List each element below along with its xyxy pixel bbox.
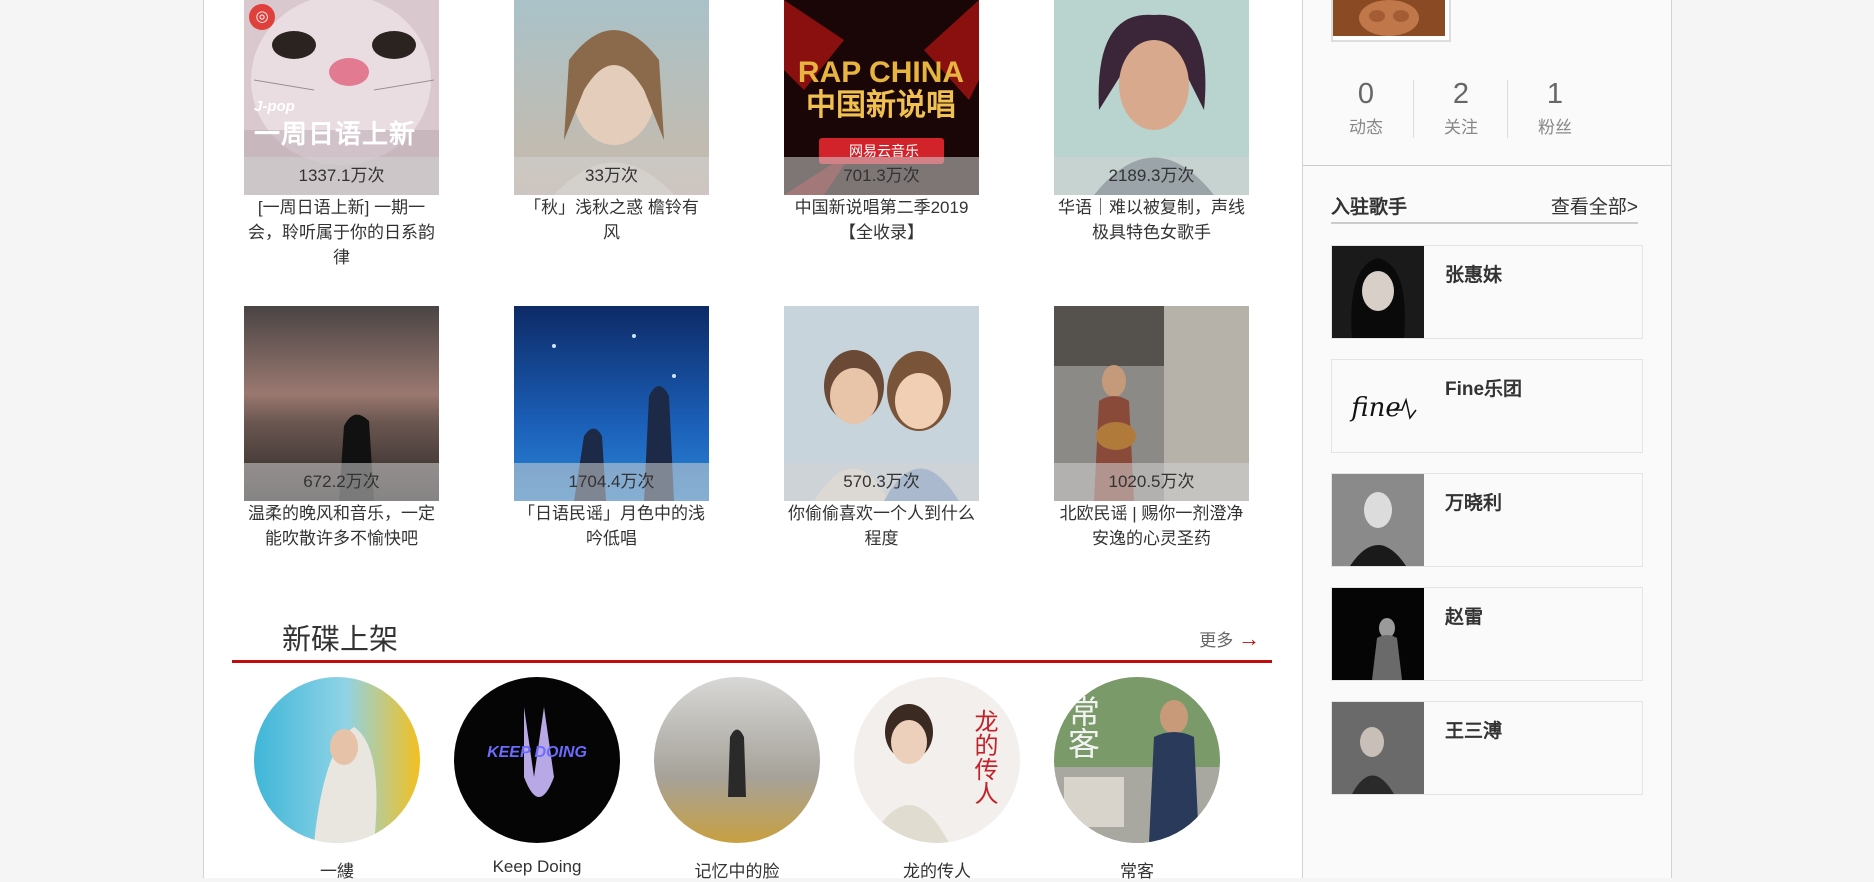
playlist-title[interactable]: 你偷偷喜欢一个人到什么程度: [784, 501, 979, 551]
artist-item[interactable]: 赵雷: [1331, 587, 1643, 681]
stat-followers[interactable]: 1 粉丝: [1520, 78, 1590, 138]
playlist-cover[interactable]: RAP CHINA 中国新说唱 网易云音乐 701.3万次: [784, 0, 979, 195]
playlist-title[interactable]: [一周日语上新] 一期一会，聆听属于你的日系韵律: [244, 195, 439, 270]
artist-name[interactable]: 赵雷: [1445, 602, 1483, 629]
artists-title: 入驻歌手: [1331, 197, 1408, 218]
playlist-card[interactable]: 672.2万次 温柔的晚风和音乐，一定能吹散许多不愉快吧: [244, 306, 439, 551]
sidebar: 0 动态 2 关注 1 粉丝 入驻歌手 查看全部> 张惠妹 fine Fine乐…: [1302, 0, 1671, 878]
artist-photo[interactable]: [1332, 588, 1424, 680]
playlist-title[interactable]: 华语｜难以被复制，声线极具特色女歌手: [1054, 195, 1249, 245]
artist-name[interactable]: 王三溥: [1445, 716, 1502, 743]
playlist-title[interactable]: 中国新说唱第二季2019【全收录】: [784, 195, 979, 245]
playlist-card[interactable]: ◎ J-pop 一周日语上新 1337.1万次 [一周日语上新] 一期一会，聆听…: [244, 0, 439, 270]
disc-cover[interactable]: 龙的传人: [854, 677, 1020, 843]
playlist-card[interactable]: 1704.4万次 「日语民谣」月色中的浅吟低唱: [514, 306, 709, 551]
disc-name[interactable]: Keep Doing: [454, 857, 620, 877]
stat-number: 0: [1357, 78, 1375, 110]
playlist-title[interactable]: 「秋」浅秋之惑 檐铃有风: [514, 195, 709, 245]
playlist-cover[interactable]: 2189.3万次: [1054, 0, 1249, 195]
artist-photo[interactable]: [1332, 246, 1424, 338]
view-all-link[interactable]: 查看全部>: [1551, 192, 1638, 219]
playlist-cover[interactable]: ◎ J-pop 一周日语上新 1337.1万次: [244, 0, 439, 195]
play-count: 1337.1万次: [244, 157, 439, 195]
playlist-title[interactable]: 「日语民谣」月色中的浅吟低唱: [514, 501, 709, 551]
artist-item[interactable]: 张惠妹: [1331, 245, 1643, 339]
playlist-card[interactable]: 2189.3万次 华语｜难以被复制，声线极具特色女歌手: [1054, 0, 1249, 245]
disc-cover[interactable]: 常客: [1054, 677, 1220, 843]
playlist-cover[interactable]: 1020.5万次: [1054, 306, 1249, 501]
playlist-card[interactable]: 33万次 「秋」浅秋之惑 檐铃有风: [514, 0, 709, 245]
divider: [1303, 165, 1671, 166]
artist-item[interactable]: fine Fine乐团: [1331, 359, 1643, 453]
play-count: 33万次: [514, 157, 709, 195]
playlist-card[interactable]: 1020.5万次 北欧民谣 | 赐你一剂澄净安逸的心灵圣药: [1054, 306, 1249, 551]
disc-cover[interactable]: [254, 677, 420, 843]
play-count: 2189.3万次: [1054, 157, 1249, 195]
play-count: 701.3万次: [784, 157, 979, 195]
playlist-card[interactable]: 570.3万次 你偷偷喜欢一个人到什么程度: [784, 306, 979, 551]
main-content: ◎ J-pop 一周日语上新 1337.1万次 [一周日语上新] 一期一会，聆听…: [204, 0, 1301, 881]
disc-name[interactable]: 一縷: [254, 857, 420, 882]
cover-text: 常客: [1063, 695, 1101, 759]
divider: [1413, 80, 1414, 138]
disc-item[interactable]: 记忆中的脸: [654, 677, 820, 882]
play-count: 1020.5万次: [1054, 463, 1249, 501]
artist-item[interactable]: 王三溥: [1331, 701, 1643, 795]
cover-text: KEEP DOING: [487, 744, 587, 761]
playlist-title[interactable]: 北欧民谣 | 赐你一剂澄净安逸的心灵圣药: [1054, 501, 1249, 551]
playlist-card[interactable]: RAP CHINA 中国新说唱 网易云音乐 701.3万次 中国新说唱第二季20…: [784, 0, 979, 245]
disc-item[interactable]: KEEP DOING Keep Doing: [454, 677, 620, 877]
artist-name[interactable]: 张惠妹: [1445, 260, 1502, 287]
stat-following[interactable]: 2 关注: [1426, 78, 1496, 138]
play-count: 672.2万次: [244, 463, 439, 501]
section-title: 新碟上架: [282, 624, 399, 656]
cover-title: 一周日语上新: [254, 119, 417, 149]
artist-photo[interactable]: fine: [1332, 360, 1424, 452]
user-stats: 0 动态 2 关注 1 粉丝: [1331, 78, 1591, 138]
stat-events[interactable]: 0 动态: [1331, 78, 1401, 138]
stat-label: 粉丝: [1538, 118, 1572, 137]
play-count: 570.3万次: [784, 463, 979, 501]
play-count: 1704.4万次: [514, 463, 709, 501]
playlist-cover[interactable]: 1704.4万次: [514, 306, 709, 501]
artist-logo-text: fine: [1349, 393, 1400, 423]
cover-text: RAP CHINA: [798, 56, 964, 89]
disc-name[interactable]: 常客: [1054, 857, 1220, 882]
disc-name[interactable]: 龙的传人: [854, 857, 1020, 882]
artist-photo[interactable]: [1332, 702, 1424, 794]
disc-cover[interactable]: [654, 677, 820, 843]
stat-label: 关注: [1444, 118, 1478, 137]
cover-tag: J-pop: [254, 98, 295, 115]
disc-item[interactable]: 一縷: [254, 677, 420, 882]
arrow-right-icon: →: [1238, 626, 1260, 651]
netease-logo-icon: ◎: [249, 4, 275, 30]
artist-name[interactable]: 万晓利: [1445, 488, 1502, 515]
cover-text: 龙的传人: [970, 709, 998, 805]
disc-item[interactable]: 龙的传人 龙的传人: [854, 677, 1020, 882]
disc-cover[interactable]: KEEP DOING: [454, 677, 620, 843]
stat-number: 2: [1452, 78, 1470, 110]
playlist-cover[interactable]: 33万次: [514, 0, 709, 195]
artist-item[interactable]: 万晓利: [1331, 473, 1643, 567]
page-container: ◎ J-pop 一周日语上新 1337.1万次 [一周日语上新] 一期一会，聆听…: [203, 0, 1672, 881]
playlist-cover[interactable]: 672.2万次: [244, 306, 439, 501]
cover-subtext: 中国新说唱: [806, 88, 956, 123]
more-label: 更多: [1199, 631, 1234, 650]
artist-name[interactable]: Fine乐团: [1445, 374, 1522, 401]
artist-photo[interactable]: [1332, 474, 1424, 566]
stat-number: 1: [1546, 78, 1564, 110]
new-discs-header: 新碟上架 更多 →: [232, 610, 1272, 663]
avatar[interactable]: [1331, 0, 1451, 42]
playlist-title[interactable]: 温柔的晚风和音乐，一定能吹散许多不愉快吧: [244, 501, 439, 551]
artists-header: 入驻歌手 查看全部>: [1331, 188, 1638, 224]
disc-item[interactable]: 常客 常客: [1054, 677, 1220, 882]
playlist-cover[interactable]: 570.3万次: [784, 306, 979, 501]
stat-label: 动态: [1349, 118, 1383, 137]
more-link[interactable]: 更多 →: [1199, 626, 1260, 652]
divider: [1507, 80, 1508, 138]
disc-name[interactable]: 记忆中的脸: [654, 857, 820, 882]
